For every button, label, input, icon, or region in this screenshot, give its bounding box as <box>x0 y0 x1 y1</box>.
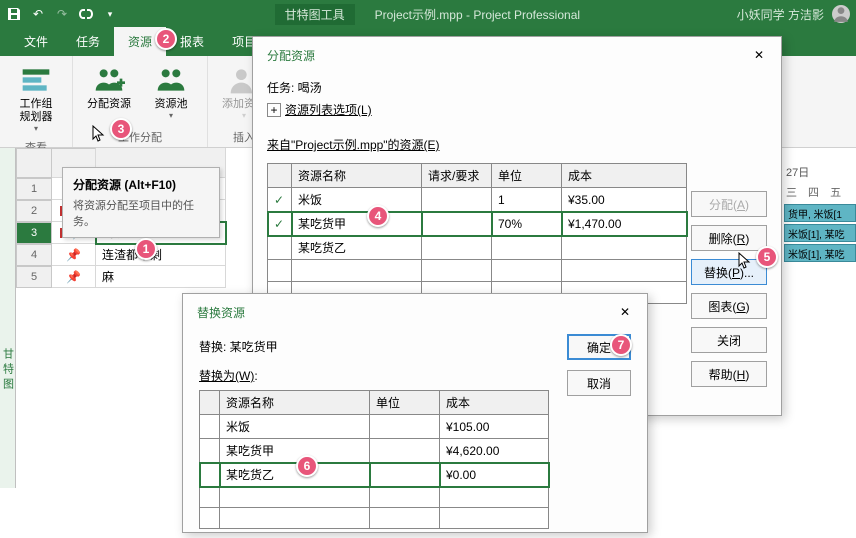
table-row[interactable] <box>200 508 549 529</box>
tooltip-body: 将资源分配至项目中的任务。 <box>73 197 209 229</box>
indicator-cell: 📌 <box>52 244 96 266</box>
cursor-icon <box>92 125 106 143</box>
gantt-weekdays: 三 四 五 <box>784 182 856 202</box>
pin-icon: 📌 <box>66 248 81 262</box>
task-name-cell[interactable]: 连渣都不剩 <box>96 244 226 266</box>
tooltip-title: 分配资源 (Alt+F10) <box>73 176 209 193</box>
ribbon-tooltip: 分配资源 (Alt+F10) 将资源分配至项目中的任务。 <box>62 167 220 238</box>
user-avatar-icon[interactable] <box>832 5 850 23</box>
close-button[interactable]: 关闭 <box>691 327 767 353</box>
gantt-bar[interactable]: 米饭[1], 某吃 <box>784 224 856 242</box>
pin-icon: 📌 <box>66 270 81 284</box>
assign-resources-button[interactable]: 分配资源 <box>81 60 137 124</box>
col-check <box>268 164 292 188</box>
assign-resources-icon <box>93 64 125 96</box>
remove-button[interactable]: 删除(R) <box>691 225 767 251</box>
replace-button[interactable]: 替换(P)... <box>691 259 767 285</box>
table-row[interactable]: ✓ 米饭 1 ¥35.00 <box>268 188 687 212</box>
table-row[interactable]: ✓ 某吃货甲 70% ¥1,470.00 <box>268 212 687 236</box>
chart-button[interactable]: 图表(G) <box>691 293 767 319</box>
close-icon[interactable]: ✕ <box>617 304 633 320</box>
table-row[interactable]: 米饭¥105.00 <box>200 415 549 439</box>
redo-icon[interactable]: ↷ <box>54 6 70 22</box>
cursor-icon <box>738 252 752 270</box>
save-icon[interactable] <box>6 6 22 22</box>
callout-marker: 4 <box>367 205 389 227</box>
tab-task[interactable]: 任务 <box>62 27 114 56</box>
gantt-timeline: 27日 三 四 五 货甲, 米饭[1 米饭[1], 某吃 米饭[1], 某吃 <box>784 162 856 264</box>
title-bar: ↶ ↷ ▾ 甘特图工具 Project示例.mpp - Project Prof… <box>0 0 856 28</box>
help-button[interactable]: 帮助(H) <box>691 361 767 387</box>
team-planner-button[interactable]: 工作组 规划器 ▾ <box>8 60 64 137</box>
tab-file[interactable]: 文件 <box>10 27 62 56</box>
row-header[interactable]: 5 <box>16 266 52 288</box>
link-icon[interactable] <box>78 6 94 22</box>
callout-marker: 3 <box>110 118 132 140</box>
assign-button: 分配(A) <box>691 191 767 217</box>
cancel-button[interactable]: 取消 <box>567 370 631 396</box>
row-header-blank <box>16 148 52 178</box>
table-row[interactable] <box>268 260 687 282</box>
gantt-bar[interactable]: 米饭[1], 某吃 <box>784 244 856 262</box>
col-unit[interactable]: 单位 <box>370 391 440 415</box>
replace-resource-dialog: 替换资源 ✕ 替换: 某吃货甲 替换为(W): 资源名称 单位 成本 米饭¥10… <box>182 293 648 533</box>
col-request[interactable]: 请求/要求 <box>422 164 492 188</box>
resource-source-label: 来自"Project示例.mpp"的资源(E) <box>267 136 767 153</box>
row-header[interactable]: 4 <box>16 244 52 266</box>
indicator-cell: 📌 <box>52 266 96 288</box>
callout-marker: 5 <box>756 246 778 268</box>
gantt-sidebar-label: 甘特图 <box>0 148 16 488</box>
callout-marker: 1 <box>135 238 157 260</box>
resource-list-option[interactable]: 资源列表选项(L) <box>285 103 372 117</box>
callout-marker: 7 <box>610 334 632 356</box>
col-blank <box>200 391 220 415</box>
col-cost[interactable]: 成本 <box>440 391 549 415</box>
user-name: 小妖同学 方洁影 <box>737 6 824 23</box>
expand-button[interactable]: + <box>267 103 281 117</box>
table-row[interactable]: 某吃货乙 <box>268 236 687 260</box>
resource-pool-icon <box>155 64 187 96</box>
window-title: Project示例.mpp - Project Professional <box>375 6 580 23</box>
col-cost[interactable]: 成本 <box>562 164 687 188</box>
qat-more-icon[interactable]: ▾ <box>102 6 118 22</box>
row-header[interactable]: 1 <box>16 178 52 200</box>
table-row[interactable]: 某吃货乙¥0.00 <box>200 463 549 487</box>
col-name[interactable]: 资源名称 <box>292 164 422 188</box>
team-planner-icon <box>20 64 52 96</box>
replace-table: 资源名称 单位 成本 米饭¥105.00 某吃货甲¥4,620.00 某吃货乙¥… <box>199 390 631 529</box>
col-name[interactable]: 资源名称 <box>220 391 370 415</box>
callout-marker: 2 <box>155 28 177 50</box>
task-name-cell[interactable]: 麻 <box>96 266 226 288</box>
row-header[interactable]: 2 <box>16 200 52 222</box>
col-unit[interactable]: 单位 <box>492 164 562 188</box>
check-icon: ✓ <box>268 212 292 236</box>
gantt-bar[interactable]: 货甲, 米饭[1 <box>784 204 856 222</box>
resource-pool-button[interactable]: 资源池 ▾ <box>143 60 199 124</box>
dialog-title: 分配资源 <box>267 47 315 64</box>
row-header[interactable]: 3 <box>16 222 52 244</box>
contextual-tab-label: 甘特图工具 <box>275 4 355 25</box>
check-icon: ✓ <box>268 188 292 212</box>
check-icon <box>268 236 292 260</box>
gantt-date: 27日 <box>784 162 856 182</box>
table-row[interactable] <box>200 487 549 508</box>
undo-icon[interactable]: ↶ <box>30 6 46 22</box>
table-row[interactable]: 某吃货甲¥4,620.00 <box>200 439 549 463</box>
close-icon[interactable]: ✕ <box>751 47 767 63</box>
task-label: 任务: 喝汤 <box>267 79 767 96</box>
callout-marker: 6 <box>296 455 318 477</box>
dialog-title: 替换资源 <box>197 304 245 321</box>
